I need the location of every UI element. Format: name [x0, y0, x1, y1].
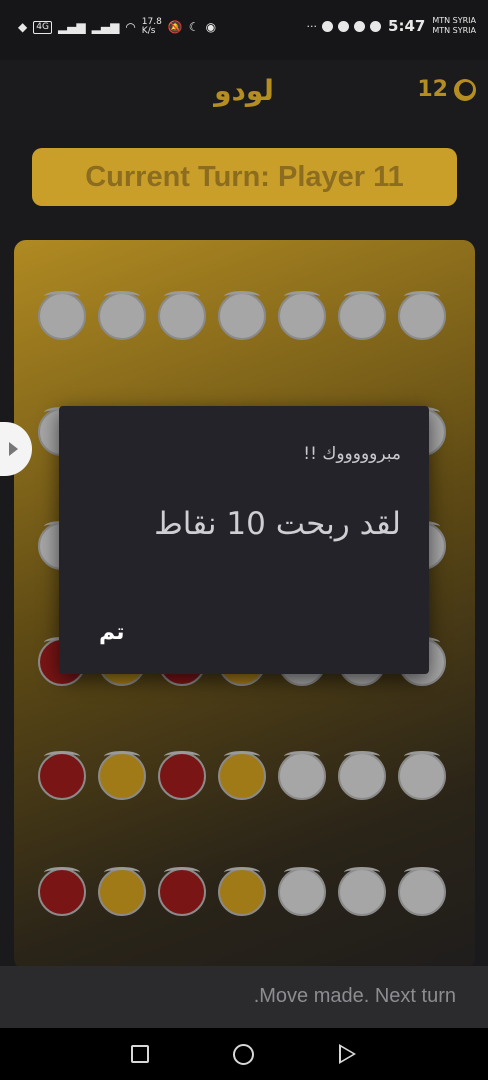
board-cell-empty[interactable] — [338, 291, 386, 340]
signal-2-icon: ▂▄▆ — [91, 20, 120, 34]
board-cell-empty[interactable] — [398, 291, 446, 340]
carrier-1: MTN SYRIA — [432, 16, 476, 25]
status-right: ··· 5:47 MTN SYRIA MTN SYRIA — [307, 16, 476, 36]
board-cell-empty[interactable] — [338, 751, 386, 800]
current-turn-label: Current Turn: Player 11 — [85, 160, 404, 193]
board-cell-empty[interactable] — [158, 291, 206, 340]
board-cell-yellow[interactable] — [98, 867, 146, 916]
status-message: .Move made. Next turn — [253, 985, 456, 1007]
signal-icon: ▂▄▆ — [57, 20, 86, 34]
carrier-2: MTN SYRIA — [432, 26, 476, 35]
board-cell-red[interactable] — [38, 867, 86, 916]
board-cell-red[interactable] — [158, 867, 206, 916]
messenger-icon — [354, 20, 366, 32]
board-cell-empty[interactable] — [338, 867, 386, 916]
board-row — [38, 751, 446, 800]
clock: 5:47 — [388, 17, 426, 35]
data-saver-icon: ◆ — [18, 20, 28, 34]
speed-unit: K/s — [141, 26, 156, 36]
play-arrow-icon — [9, 442, 18, 456]
board-cell-red[interactable] — [158, 751, 206, 800]
mute-icon: 🔕 — [167, 20, 183, 34]
messenger-icon — [370, 20, 382, 32]
system-nav-bar — [0, 1028, 488, 1080]
board-cell-empty[interactable] — [38, 291, 86, 340]
board-cell-empty[interactable] — [218, 291, 266, 340]
recent-apps-button[interactable] — [131, 1045, 149, 1063]
board-cell-yellow[interactable] — [98, 751, 146, 800]
timer-value: 12 — [417, 77, 448, 102]
dialog-message: لقد ربحت 10 نقاط — [154, 506, 401, 542]
chat-icon — [322, 20, 334, 32]
wifi-icon: ◠ — [125, 20, 136, 34]
home-button[interactable] — [233, 1044, 254, 1065]
board-cell-yellow[interactable] — [218, 751, 266, 800]
board-cell-red[interactable] — [38, 751, 86, 800]
timer: 12 — [417, 77, 476, 102]
board-cell-empty[interactable] — [278, 867, 326, 916]
board-row — [38, 867, 446, 916]
dialog-ok-button[interactable]: تم — [99, 620, 125, 645]
board-cell-empty[interactable] — [278, 751, 326, 800]
board-row — [38, 291, 446, 340]
dialog-title: مبروووووك !! — [303, 444, 401, 464]
board-cell-empty[interactable] — [398, 751, 446, 800]
board-cell-empty[interactable] — [398, 867, 446, 916]
win-dialog: مبروووووك !! لقد ربحت 10 نقاط تم — [59, 406, 429, 674]
network-speed: 17.8 K/s — [142, 18, 162, 36]
app-bar: لودو 12 — [0, 60, 488, 130]
bottom-status-bar: .Move made. Next turn — [0, 966, 488, 1028]
board-cell-empty[interactable] — [98, 291, 146, 340]
more-notifications-icon: ··· — [306, 19, 318, 33]
network-type-badge: 4G — [33, 20, 52, 34]
board-cell-empty[interactable] — [278, 291, 326, 340]
board-cell-yellow[interactable] — [218, 867, 266, 916]
moon-icon: ☾ — [188, 20, 200, 34]
eye-icon: ◉ — [205, 20, 217, 34]
messenger-icon — [338, 20, 350, 32]
turn-banner: Current Turn: Player 11 — [32, 148, 457, 206]
status-bar: ◆ 4G ▂▄▆ ▂▄▆ ◠ 17.8 K/s 🔕 ☾ ◉ ··· 5:47 M… — [0, 0, 488, 60]
back-button[interactable] — [339, 1044, 356, 1064]
carriers: MTN SYRIA MTN SYRIA — [432, 16, 476, 36]
moon-timer-icon — [454, 78, 476, 101]
app-title: لودو — [214, 74, 274, 107]
status-left: ◆ 4G ▂▄▆ ▂▄▆ ◠ 17.8 K/s 🔕 ☾ ◉ — [18, 18, 216, 36]
